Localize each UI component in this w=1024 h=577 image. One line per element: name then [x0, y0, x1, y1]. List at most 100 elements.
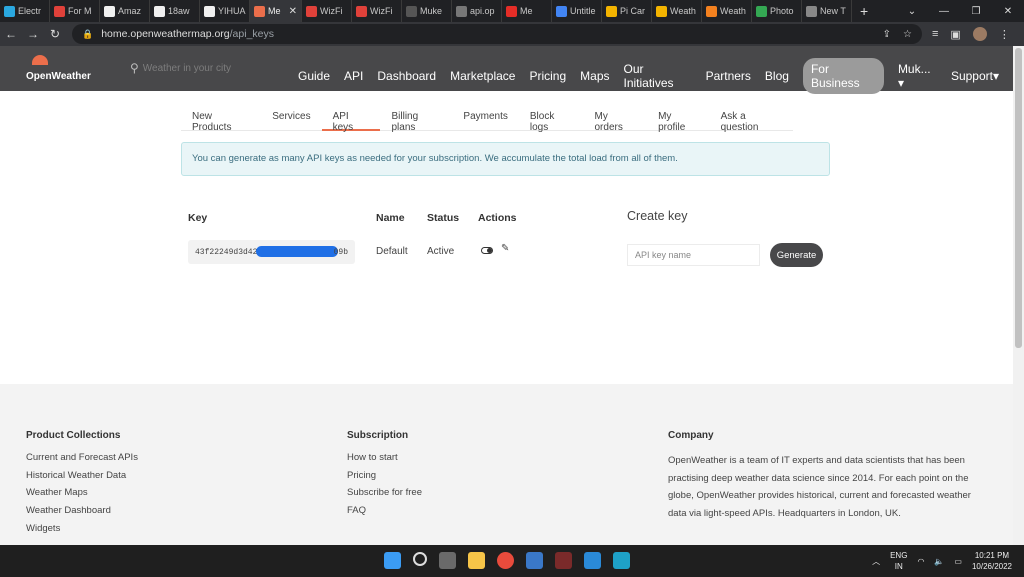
subnav-my-orders[interactable]: My orders	[584, 103, 648, 133]
browser-tab[interactable]: Me ✕	[250, 0, 302, 22]
close-window-button[interactable]: ✕	[992, 6, 1024, 17]
file-explorer-icon[interactable]	[468, 552, 485, 569]
arduino-icon[interactable]	[613, 552, 630, 569]
nav-api[interactable]: API	[344, 69, 363, 83]
footer-link-weather-dashboard[interactable]: Weather Dashboard	[26, 505, 138, 523]
wifi-icon[interactable]: ◠	[917, 557, 924, 566]
edit-icon[interactable]: ✎	[501, 243, 509, 254]
store-icon[interactable]	[526, 552, 543, 569]
nav-our-initiatives[interactable]: Our Initiatives	[624, 62, 692, 90]
api-key-suffix: 09b	[333, 248, 348, 257]
subnav-billing-plans[interactable]: Billing plans	[380, 103, 452, 133]
user-menu[interactable]: Muk... ▾	[898, 62, 937, 90]
footer-link-historical[interactable]: Historical Weather Data	[26, 470, 138, 488]
nav-guide[interactable]: Guide	[298, 69, 330, 83]
browser-tab[interactable]: Electr	[0, 0, 50, 22]
tab-label: Weath	[670, 6, 696, 16]
browser-tab[interactable]: Me	[502, 0, 552, 22]
tab-label: Weath	[720, 6, 746, 16]
subnav-api-keys[interactable]: API keys	[321, 103, 381, 133]
footer-product-collections: Product Collections Current and Forecast…	[26, 430, 138, 540]
subnav-block-logs[interactable]: Block logs	[519, 103, 584, 133]
side-panel-icon[interactable]: ▣	[950, 28, 960, 41]
subnav-new-products[interactable]: New Products	[181, 103, 261, 133]
volume-icon[interactable]: 🔈	[934, 557, 944, 566]
minimize-button[interactable]: —	[928, 6, 960, 17]
browser-tab[interactable]: api.op	[452, 0, 502, 22]
subnav-payments[interactable]: Payments	[452, 103, 518, 131]
reload-icon[interactable]: ↻	[44, 27, 66, 41]
api-key-name: Default	[376, 246, 408, 257]
search-icon[interactable]	[413, 552, 427, 566]
search-icon: ⚲	[130, 61, 139, 75]
api-key-name-input[interactable]	[627, 244, 760, 266]
subnav-services[interactable]: Services	[261, 103, 321, 131]
browser-tab[interactable]: For M	[50, 0, 100, 22]
footer-link-pricing[interactable]: Pricing	[347, 470, 422, 488]
restore-button[interactable]: ❐	[960, 6, 992, 17]
new-tab-button[interactable]: +	[852, 3, 876, 19]
for-business-button[interactable]: For Business	[802, 58, 884, 94]
nav-marketplace[interactable]: Marketplace	[450, 69, 515, 83]
browser-tab[interactable]: New T	[802, 0, 852, 22]
scrollbar-thumb[interactable]	[1015, 48, 1022, 348]
footer-link-current-forecast[interactable]: Current and Forecast APIs	[26, 452, 138, 470]
browser-tab[interactable]: 18aw	[150, 0, 200, 22]
nav-dashboard[interactable]: Dashboard	[377, 69, 436, 83]
sun-logo-icon	[32, 55, 48, 65]
address-bar-row: ← → ↻ 🔒 home.openweathermap.org/api_keys…	[0, 22, 1024, 46]
footer-link-subscribe-free[interactable]: Subscribe for free	[347, 487, 422, 505]
toggle-active-icon[interactable]	[481, 247, 493, 254]
language-indicator[interactable]: ENG IN	[890, 550, 907, 572]
profile-avatar[interactable]	[972, 27, 987, 41]
windows-start-icon[interactable]	[384, 552, 401, 569]
tab-label: Amaz	[118, 6, 142, 16]
browser-tab[interactable]: Muke	[402, 0, 452, 22]
nav-pricing[interactable]: Pricing	[529, 69, 566, 83]
bookmark-star-icon[interactable]: ☆	[903, 29, 912, 40]
support-menu[interactable]: Support▾	[951, 69, 999, 83]
back-arrow-icon[interactable]: ←	[0, 27, 22, 41]
browser-tab[interactable]: Weath	[652, 0, 702, 22]
browser-tab[interactable]: Weath	[702, 0, 752, 22]
browser-tab[interactable]: YIHUA	[200, 0, 250, 22]
task-view-icon[interactable]	[439, 552, 456, 569]
system-tray: ︿ ENG IN ◠ 🔈 ▭ 10:21 PM 10/26/2022	[872, 550, 1012, 572]
footer-link-weather-maps[interactable]: Weather Maps	[26, 487, 138, 505]
browser-tab[interactable]: Untitle	[552, 0, 602, 22]
footer-link-widgets[interactable]: Widgets	[26, 523, 138, 541]
browser-tab[interactable]: Photo	[752, 0, 802, 22]
footer-link-faq[interactable]: FAQ	[347, 505, 422, 523]
vscode-icon[interactable]	[584, 552, 601, 569]
page-scrollbar[interactable]	[1013, 46, 1024, 549]
footer-company-text: OpenWeather is a team of IT experts and …	[668, 455, 971, 520]
app-icon[interactable]	[555, 552, 572, 569]
generate-button[interactable]: Generate	[770, 243, 823, 267]
tab-search-icon[interactable]: ⌄	[896, 6, 928, 17]
browser-tab[interactable]: Amaz	[100, 0, 150, 22]
chevron-up-icon[interactable]: ︿	[872, 556, 880, 567]
clock[interactable]: 10:21 PM 10/26/2022	[972, 550, 1012, 572]
reading-list-icon[interactable]: ≡	[932, 28, 938, 40]
battery-icon[interactable]: ▭	[954, 557, 962, 566]
api-key-value[interactable]: 43f22249d3d42 09b	[188, 240, 355, 264]
browser-tab[interactable]: Pi Car	[602, 0, 652, 22]
chrome-icon[interactable]	[497, 552, 514, 569]
openweather-logo[interactable]: OpenWeather	[26, 55, 106, 85]
tab-label: New T	[820, 6, 846, 16]
nav-blog[interactable]: Blog	[765, 69, 789, 83]
browser-menu-icon[interactable]: ⋮	[999, 28, 1010, 41]
browser-tab[interactable]: WizFi	[352, 0, 402, 22]
nav-maps[interactable]: Maps	[580, 69, 609, 83]
tab-close-icon[interactable]: ✕	[289, 6, 297, 17]
nav-partners[interactable]: Partners	[706, 69, 751, 83]
city-search-input[interactable]	[142, 62, 263, 74]
omnibox[interactable]: 🔒 home.openweathermap.org/api_keys ⇪ ☆	[72, 24, 922, 44]
footer-link-how-to-start[interactable]: How to start	[347, 452, 422, 470]
tab-label: Untitle	[570, 6, 596, 16]
browser-tab[interactable]: WizFi	[302, 0, 352, 22]
subnav-my-profile[interactable]: My profile	[647, 103, 710, 133]
forward-arrow-icon[interactable]: →	[22, 27, 44, 41]
share-icon[interactable]: ⇪	[883, 29, 891, 40]
subnav-ask-a-question[interactable]: Ask a question	[710, 103, 793, 133]
